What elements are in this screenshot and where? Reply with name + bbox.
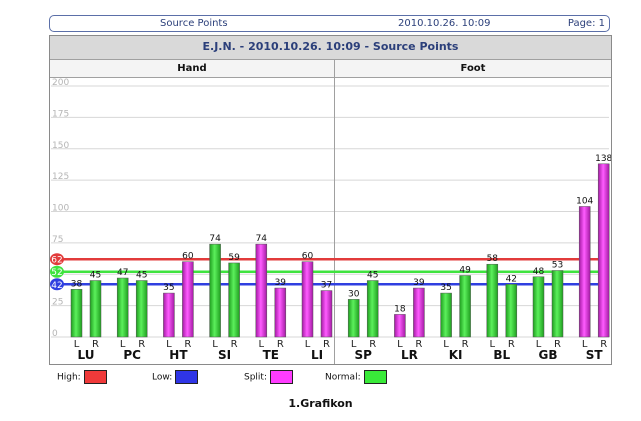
reference-value-low: 42 — [51, 281, 62, 291]
side-label-li-l: L — [305, 339, 311, 350]
value-label-bl-l: 58 — [487, 254, 499, 264]
value-label-te-r: 39 — [275, 278, 287, 288]
meridian-label-sp: SP — [354, 348, 372, 362]
bar-li-l — [301, 261, 314, 338]
report-header-right: Page: 1 — [567, 18, 605, 29]
legend-split: Split: — [244, 370, 293, 384]
value-label-te-l: 74 — [256, 234, 268, 244]
reference-value-high: 62 — [51, 256, 62, 266]
bar-sp-l — [347, 299, 360, 338]
bar-pc-r — [135, 280, 148, 338]
meridian-label-li: LI — [311, 348, 323, 362]
meridian-label-ht: HT — [169, 348, 188, 362]
y-tick-label: 125 — [52, 172, 69, 182]
value-label-pc-r: 45 — [136, 271, 147, 281]
bar-pc-l — [116, 277, 129, 338]
value-label-li-r: 37 — [321, 281, 332, 291]
legend-normal: Normal: — [325, 370, 387, 384]
meridian-label-ki: KI — [449, 348, 463, 362]
side-label-si-r: R — [231, 339, 238, 350]
bar-sp-r — [366, 280, 379, 338]
meridian-label-gb: GB — [539, 348, 558, 362]
bar-st-l — [578, 206, 591, 338]
value-label-lr-l: 18 — [394, 304, 406, 314]
legend-high: High: — [57, 370, 107, 384]
value-label-si-r: 59 — [228, 253, 240, 263]
bar-chart: 025507510012515017520062524238L45RLU47L4… — [50, 60, 611, 364]
legend-normal-label: Normal: — [325, 372, 361, 383]
bar-lr-r — [413, 287, 425, 338]
meridian-label-bl: BL — [493, 348, 510, 362]
y-tick-label: 175 — [52, 109, 69, 119]
bar-li-r — [320, 290, 333, 338]
value-label-gb-l: 48 — [533, 267, 545, 277]
y-tick-label: 200 — [52, 78, 69, 88]
value-label-ht-l: 35 — [163, 283, 174, 293]
legend-high-label: High: — [57, 372, 81, 383]
legend-low: Low: — [152, 370, 199, 384]
legend-low-swatch — [175, 370, 199, 384]
reference-value-normal: 52 — [51, 268, 62, 278]
bar-ht-l — [163, 292, 175, 338]
value-label-st-l: 104 — [576, 196, 593, 206]
value-label-ki-l: 35 — [440, 283, 451, 293]
bar-ht-r — [182, 261, 194, 338]
y-tick-label: 25 — [52, 298, 63, 308]
legend-split-swatch — [270, 370, 293, 384]
meridian-label-lr: LR — [401, 348, 418, 362]
bar-bl-l — [486, 263, 499, 338]
bar-ki-l — [440, 292, 452, 338]
meridian-label-lu: LU — [78, 348, 95, 362]
side-label-ki-r: R — [462, 339, 469, 350]
y-tick-label: 100 — [52, 204, 69, 214]
bar-bl-r — [505, 284, 518, 338]
value-label-lu-r: 45 — [90, 271, 101, 281]
meridian-label-te: TE — [263, 348, 279, 362]
value-label-lu-l: 38 — [71, 279, 83, 289]
bar-lu-r — [89, 280, 102, 338]
legend-normal-swatch — [363, 370, 387, 384]
bar-st-r — [597, 163, 610, 338]
value-label-ht-r: 60 — [182, 252, 194, 262]
legend-low-label: Low: — [152, 372, 173, 383]
y-tick-label: 75 — [52, 235, 63, 245]
value-label-pc-l: 47 — [117, 268, 128, 278]
report-header-center: 2010.10.26. 10:09 — [398, 18, 491, 29]
bar-te-l — [255, 243, 268, 338]
side-label-li-r: R — [323, 339, 330, 350]
report-header-left: Source Points — [160, 18, 228, 29]
value-label-lr-r: 39 — [413, 278, 425, 288]
bar-gb-r — [551, 270, 564, 338]
value-label-sp-l: 30 — [348, 289, 360, 299]
bar-ki-r — [459, 275, 471, 338]
meridian-label-st: ST — [586, 348, 604, 362]
value-label-li-l: 60 — [302, 252, 314, 262]
bar-si-r — [228, 262, 240, 338]
meridian-label-si: SI — [218, 348, 231, 362]
report-header-bar: Source Points 2010.10.26. 10:09 Page: 1 — [49, 15, 610, 32]
bar-si-l — [209, 243, 221, 338]
y-tick-label: 0 — [52, 329, 58, 339]
bar-te-r — [274, 287, 287, 338]
bar-lu-l — [70, 289, 83, 338]
value-label-st-r: 138 — [595, 154, 611, 164]
legend-split-label: Split: — [244, 372, 267, 383]
value-label-bl-r: 42 — [506, 274, 517, 284]
value-label-sp-r: 45 — [367, 271, 378, 281]
figure-caption: 1.Grafikon — [288, 397, 353, 410]
legend-high-swatch — [83, 370, 107, 384]
value-label-ki-r: 49 — [459, 266, 471, 276]
value-label-si-l: 74 — [209, 234, 221, 244]
meridian-label-pc: PC — [123, 348, 141, 362]
chart-panel: E.J.N. - 2010.10.26. 10:09 - Source Poin… — [49, 35, 612, 365]
y-tick-label: 150 — [52, 141, 69, 151]
bar-gb-l — [532, 276, 545, 338]
bar-lr-l — [394, 314, 406, 338]
value-label-gb-r: 53 — [552, 260, 563, 270]
